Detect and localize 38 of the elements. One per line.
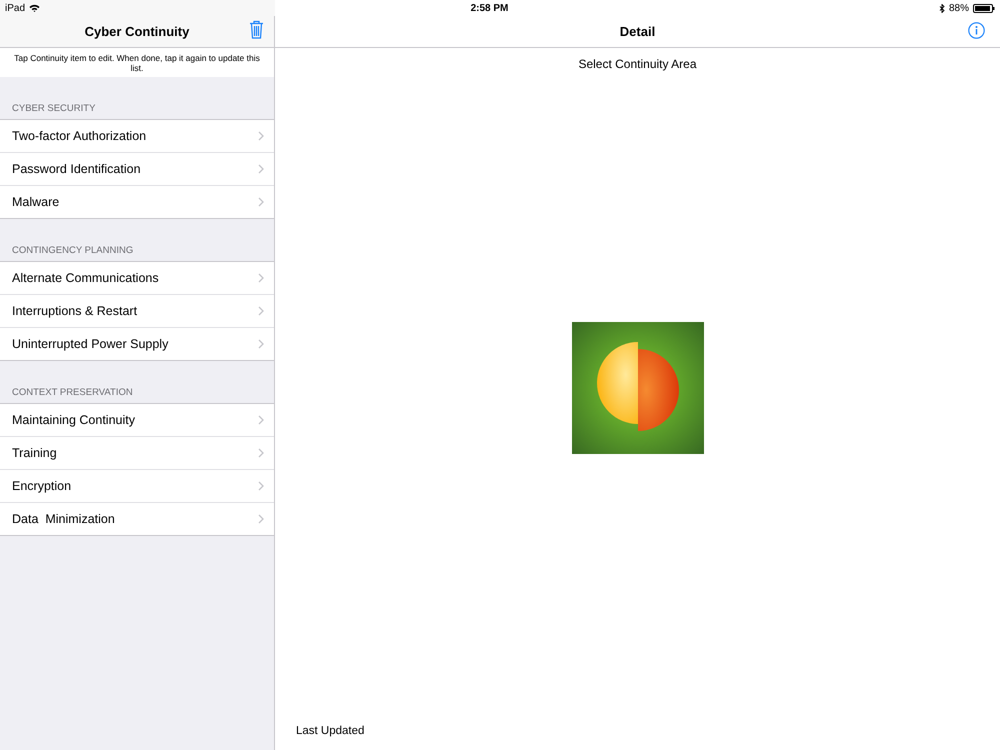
battery-percent: 88%	[948, 2, 969, 14]
list-item[interactable]: Malware	[0, 185, 274, 218]
list-item[interactable]: Encryption	[0, 469, 274, 502]
list-item[interactable]: Two-factor Authorization	[0, 120, 274, 152]
chevron-icon	[258, 481, 264, 491]
wifi-icon	[29, 4, 40, 12]
status-time: 2:58 PM	[470, 2, 508, 14]
list-item[interactable]: Training	[0, 436, 274, 469]
list-item[interactable]: Data Minimization	[0, 502, 274, 535]
chevron-icon	[258, 131, 264, 141]
info-icon	[968, 22, 985, 39]
list-item[interactable]: Password Identification	[0, 152, 274, 185]
bluetooth-icon	[938, 4, 945, 12]
list-item[interactable]: Interruptions & Restart	[0, 294, 274, 327]
master-title: Cyber Continuity	[84, 24, 190, 39]
device-name: iPad	[5, 2, 26, 14]
chevron-icon	[258, 514, 264, 524]
list-item[interactable]: Uninterrupted Power Supply	[0, 327, 274, 360]
chevron-icon	[258, 164, 264, 174]
trash-icon	[249, 20, 264, 39]
section-header: CYBER SECURITY	[11, 102, 96, 116]
prompt-text: Select Continuity Area	[577, 56, 698, 71]
list-item[interactable]: Alternate Communications	[0, 262, 274, 294]
section-header: CONTEXT PRESERVATION	[11, 386, 134, 400]
info-button[interactable]	[968, 22, 985, 39]
section-header: CONTINGENCY PLANNING	[11, 244, 134, 258]
chevron-icon	[258, 339, 264, 349]
chevron-icon	[258, 273, 264, 283]
hint-text: Tap Continuity item to edit. When done, tap it again to update this list.	[0, 48, 274, 77]
trash-button[interactable]	[249, 20, 264, 39]
detail-title: Detail	[620, 24, 656, 39]
chevron-icon	[258, 306, 264, 316]
chevron-icon	[258, 197, 264, 207]
chevron-icon	[258, 415, 264, 425]
chevron-icon	[258, 448, 264, 458]
battery-icon	[972, 4, 995, 12]
last-updated-text: Last Updated	[295, 725, 366, 739]
list-item[interactable]: Maintaining Continuity	[0, 404, 274, 436]
